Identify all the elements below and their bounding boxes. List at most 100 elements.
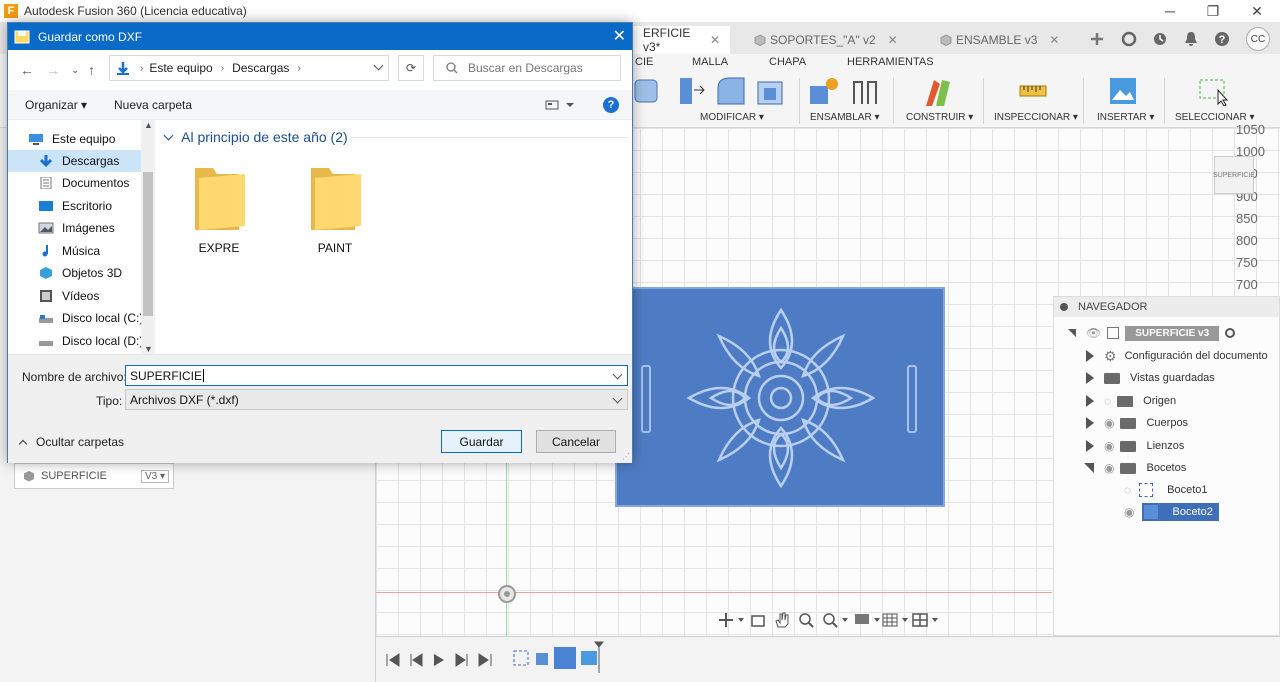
folder-expre-label[interactable]: EXPRE	[174, 241, 264, 255]
play-icon[interactable]	[432, 653, 446, 667]
collapse-icon[interactable]	[1060, 303, 1068, 311]
folder-paint-label[interactable]: PAINT	[290, 241, 380, 255]
dialog-close-icon[interactable]: ✕	[613, 26, 626, 46]
new-folder-button[interactable]: Nueva carpeta	[114, 98, 192, 112]
eye-hidden-icon[interactable]: ◌	[1124, 483, 1131, 497]
back-arrow-icon[interactable]: ←	[20, 62, 34, 78]
navigator-root[interactable]: 👁 SUPERFICIE v3	[1068, 323, 1236, 343]
orbit-icon[interactable]	[718, 612, 744, 631]
tree-item-descargas[interactable]: Descargas	[8, 150, 141, 172]
expand-triangle-icon[interactable]	[1086, 350, 1094, 362]
display-settings-icon[interactable]	[854, 612, 880, 631]
navigator-item-views[interactable]: Vistas guardadas	[1086, 368, 1215, 388]
eye-hidden-icon[interactable]: ◌	[1104, 394, 1111, 408]
insertar-menu[interactable]: INSERTAR ▾	[1097, 112, 1154, 123]
tree-item-imagenes[interactable]: Imágenes	[38, 217, 115, 239]
forward-arrow-icon[interactable]: →	[46, 62, 60, 78]
breadcrumb-descargas[interactable]: Descargas	[232, 61, 289, 75]
viewports-icon[interactable]	[912, 612, 938, 631]
tree-item-musica[interactable]: Música	[38, 240, 100, 262]
step-back-icon[interactable]	[410, 653, 424, 667]
ribbon-tab-chapa[interactable]: CHAPA	[769, 56, 806, 68]
timeline-sketch-icon[interactable]	[512, 649, 530, 667]
version-dropdown[interactable]: V3 ▾	[140, 469, 169, 483]
eye-icon[interactable]: ◉	[1104, 439, 1114, 453]
job-status-icon[interactable]	[1150, 29, 1170, 49]
grid-settings-icon[interactable]	[882, 612, 908, 631]
tree-item-videos[interactable]: Vídeos	[38, 285, 99, 307]
extensions-icon[interactable]	[1119, 29, 1139, 49]
look-at-icon[interactable]	[750, 612, 766, 631]
tab-ensamble[interactable]: ENSAMBLE v3 ✕	[930, 26, 1080, 54]
navigator-item-origin[interactable]: ◌ Origen	[1086, 391, 1176, 411]
tree-item-documentos[interactable]: Documentos	[38, 172, 129, 194]
group-chevron-icon[interactable]	[163, 130, 174, 141]
navigator-item-sketches[interactable]: ◉ Bocetos	[1084, 458, 1186, 478]
timeline-extrude-icon[interactable]	[534, 649, 552, 667]
filename-dropdown-icon[interactable]	[612, 369, 623, 380]
fit-icon[interactable]	[822, 612, 848, 631]
go-to-end-icon[interactable]	[478, 653, 492, 667]
tab-close-icon[interactable]: ✕	[1049, 33, 1059, 47]
navigator-item-config[interactable]: ⚙ Configuración del documento	[1086, 346, 1268, 366]
fillet-icon[interactable]	[716, 76, 746, 106]
new-tab-plus-icon[interactable]	[1087, 29, 1107, 49]
active-radio-icon[interactable]	[1225, 328, 1236, 338]
pan-hand-icon[interactable]	[774, 612, 790, 631]
ribbon-tab-malla[interactable]: MALLA	[692, 56, 728, 68]
ensamblar-menu[interactable]: ENSAMBLAR ▾	[810, 112, 879, 123]
navigator-item-canvases[interactable]: ◉ Lienzos	[1086, 436, 1184, 456]
eye-icon[interactable]: ◉	[1124, 505, 1134, 519]
folder-paint-icon[interactable]	[307, 162, 363, 232]
ribbon-tab-herramientas[interactable]: HERRAMIENTAS	[847, 56, 934, 68]
tree-item-objetos-3d[interactable]: Objetos 3D	[38, 262, 122, 284]
design-sketch-plate[interactable]	[615, 287, 945, 507]
eye-icon[interactable]: ◉	[1104, 461, 1114, 475]
viewcube[interactable]: SUPERFICIE	[1213, 156, 1255, 194]
tree-item-este-equipo[interactable]: Este equipo	[28, 128, 115, 150]
notifications-bell-icon[interactable]	[1181, 29, 1201, 49]
eye-icon[interactable]: ◉	[1104, 416, 1114, 430]
expand-triangle-icon[interactable]	[1086, 440, 1094, 452]
close-app-button[interactable]: ✕	[1236, 0, 1278, 22]
folder-expre-icon[interactable]	[191, 162, 247, 232]
navigator-sketch-1[interactable]: ◌ Boceto1	[1124, 480, 1208, 500]
go-to-start-icon[interactable]	[386, 653, 400, 667]
breadcrumb-este-equipo[interactable]: Este equipo	[149, 61, 212, 75]
ribbon-tab-superficie[interactable]: CIE	[635, 56, 653, 68]
new-component-icon[interactable]	[808, 76, 840, 106]
scrollbar-thumb[interactable]	[143, 172, 153, 316]
construir-menu[interactable]: CONSTRUIR ▾	[906, 112, 973, 123]
save-button[interactable]: Guardar	[441, 430, 522, 453]
construct-plane-icon[interactable]	[922, 76, 954, 108]
maximize-button[interactable]: ❐	[1192, 0, 1234, 22]
resize-grip-icon[interactable]: ⋰	[622, 452, 630, 461]
minimize-button[interactable]: ─	[1149, 0, 1191, 22]
help-icon[interactable]: ?	[1212, 29, 1232, 49]
inspeccionar-menu[interactable]: INSPECCIONAR ▾	[994, 112, 1078, 123]
expand-triangle-icon[interactable]	[1086, 417, 1094, 429]
offset-face-icon[interactable]	[676, 76, 706, 106]
eye-icon[interactable]: 👁	[1086, 326, 1101, 340]
scroll-down-icon[interactable]: ▼	[144, 344, 153, 354]
zoom-icon[interactable]	[798, 612, 814, 631]
tab-soportes[interactable]: SOPORTES_"A" v2 ✕	[744, 26, 910, 54]
group-header[interactable]: Al principio de este año (2)	[163, 129, 348, 145]
joint-icon[interactable]	[850, 76, 880, 106]
timeline-active-sketch[interactable]	[554, 647, 576, 669]
expand-triangle-icon[interactable]	[1086, 395, 1094, 407]
timeline-marker-icon[interactable]	[594, 641, 604, 673]
search-input[interactable]: Buscar en Descargas	[433, 55, 621, 81]
stitch-icon[interactable]	[633, 76, 659, 106]
tree-scrollbar[interactable]: ▲ ▼	[141, 120, 155, 354]
address-dropdown-icon[interactable]	[373, 60, 384, 71]
step-forward-icon[interactable]	[454, 653, 468, 667]
help-icon[interactable]: ?	[603, 97, 619, 113]
user-avatar[interactable]: CC	[1246, 27, 1270, 51]
collapse-triangle-icon[interactable]	[1084, 463, 1094, 473]
up-arrow-icon[interactable]: ↑	[88, 62, 95, 78]
type-dropdown-icon[interactable]	[612, 393, 623, 404]
tree-item-escritorio[interactable]: Escritorio	[38, 195, 112, 217]
tab-superficie[interactable]: ERFICIE v3* ✕	[633, 26, 730, 54]
filename-input[interactable]: SUPERFICIE	[125, 365, 628, 386]
